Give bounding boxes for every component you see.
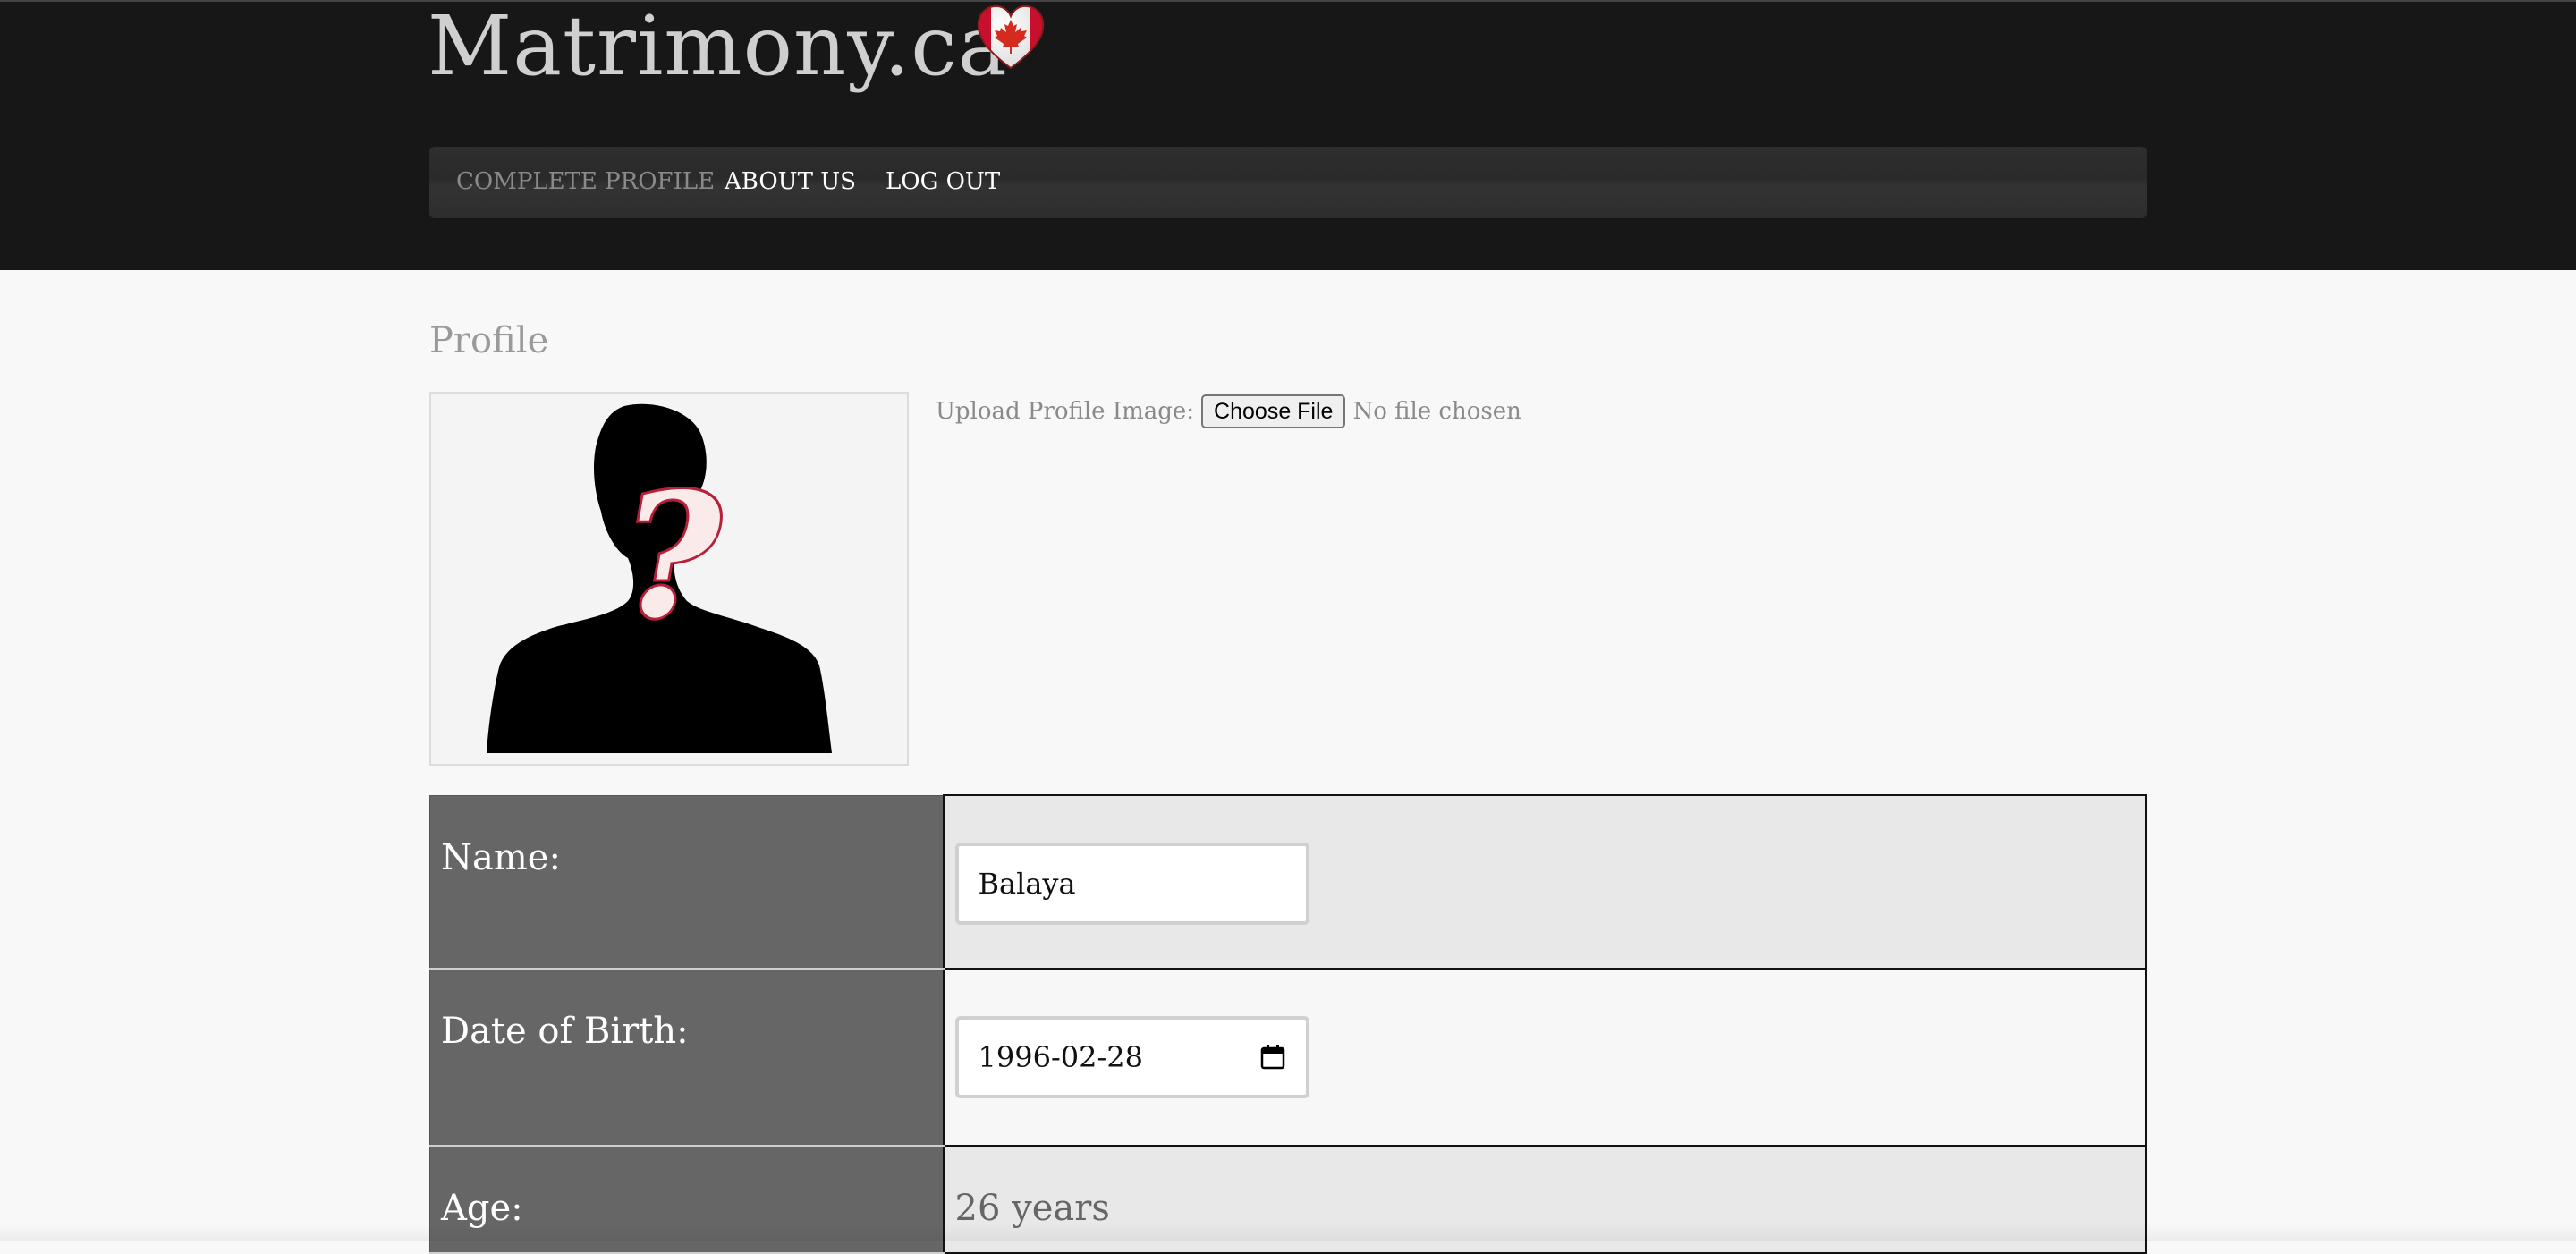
name-input[interactable]: Balaya	[954, 843, 1309, 925]
name-input-value: Balaya	[978, 867, 1076, 901]
site-logo-text[interactable]: Matrimony.ca	[428, 2, 1008, 91]
date-of-birth-input[interactable]: 1996-02-28	[954, 1016, 1309, 1098]
file-status-text: No file chosen	[1352, 398, 1521, 425]
page-title: Profile	[429, 320, 549, 361]
dob-input-value: 1996-02-28	[978, 1040, 1144, 1074]
main-nav: COMPLETE PROFILE ABOUT US LOG OUT	[429, 147, 2147, 218]
profile-image-frame: ?	[429, 392, 909, 766]
unknown-person-silhouette-icon: ?	[487, 403, 832, 753]
name-label: Name:	[429, 794, 944, 970]
nav-complete-profile[interactable]: COMPLETE PROFILE	[456, 168, 715, 195]
site-header: Matrimony.ca COMPLETE PROFILE ABOUT US L…	[0, 0, 2576, 270]
name-value-cell: Balaya	[942, 794, 2147, 970]
calendar-icon[interactable]	[1259, 1044, 1286, 1071]
canada-heart-icon	[977, 4, 1045, 70]
dob-value-cell: 1996-02-28	[942, 968, 2147, 1147]
nav-about-us[interactable]: ABOUT US	[724, 168, 856, 195]
table-row: Date of Birth: 1996-02-28	[429, 968, 2147, 1147]
choose-file-button[interactable]: Choose File	[1201, 394, 1346, 428]
profile-form-table: Name: Balaya Date of Birth: 1996-02-28 A…	[429, 794, 2147, 1254]
nav-log-out[interactable]: LOG OUT	[886, 168, 1000, 195]
upload-profile-image-row: Upload Profile Image: Choose File No fil…	[936, 394, 1521, 429]
upload-label: Upload Profile Image:	[936, 398, 1195, 425]
table-row: Name: Balaya	[429, 794, 2147, 970]
window-bottom-edge	[0, 1224, 2576, 1241]
dob-label: Date of Birth:	[429, 968, 944, 1147]
